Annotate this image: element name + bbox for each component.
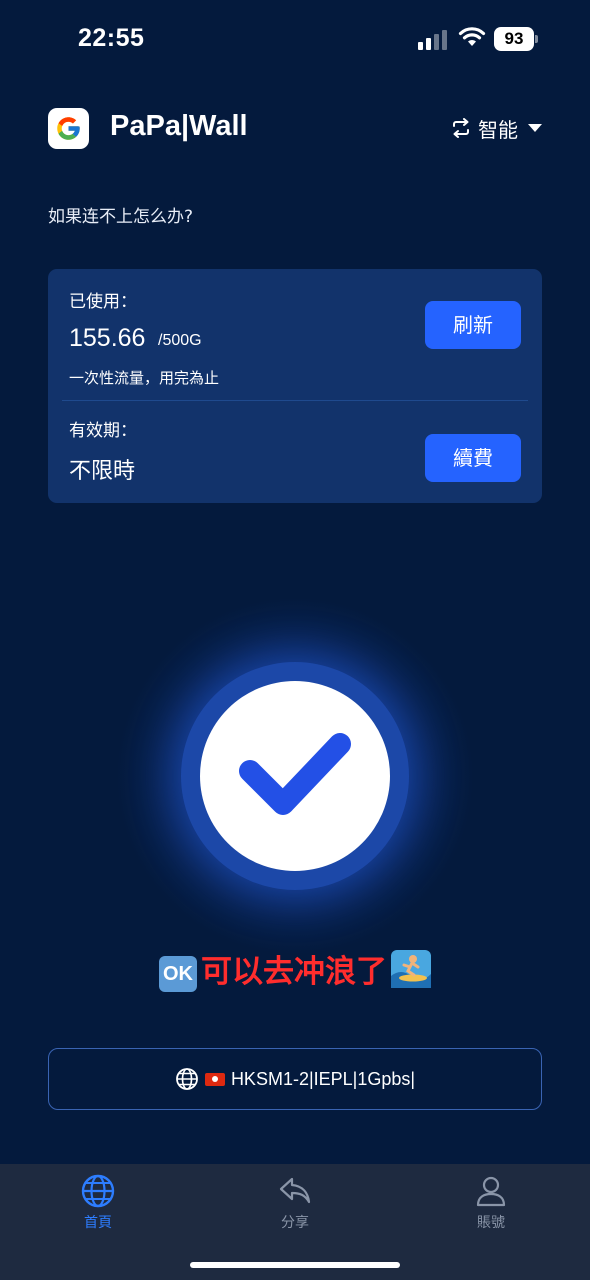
renew-button[interactable]: 續費 [425,434,521,482]
wifi-icon [458,27,486,46]
used-total: /500G [158,332,202,349]
server-name: HKSM1-2|IEPL|1Gpbs| [230,1068,416,1089]
status-time: 22:55 [78,24,145,52]
card-divider [62,400,528,401]
connect-toggle-button[interactable] [200,681,390,871]
usage-card: 已使用： 155.66 /500G 一次性流量，用完為止 刷新 有效期： 不限時… [48,269,542,503]
tab-account-label: 賬號 [477,1215,505,1231]
validity-label: 有效期： [69,421,137,441]
routing-mode-label: 智能 [478,117,518,142]
app-screen: 22:55 93 PaPa|Wall 智能 如果连不上怎么办? 已使用： 155… [0,0,590,1280]
server-selector[interactable]: HKSM1-2|IEPL|1Gpbs| [48,1048,542,1110]
connection-status-message: OK 可以去冲浪了 [0,946,590,992]
checkmark-icon [239,733,351,815]
validity-value: 不限時 [69,459,136,484]
surfer-icon [391,950,431,988]
user-icon [476,1176,506,1207]
used-note: 一次性流量，用完為止 [69,369,220,387]
hong-kong-flag-icon [204,1072,225,1086]
ok-badge-icon: OK [159,956,197,992]
globe-icon [176,1068,198,1090]
battery-tip [535,35,538,43]
app-title: PaPa|Wall [110,110,248,142]
tab-home-label: 首頁 [84,1215,112,1231]
cellular-signal-icon [418,30,447,50]
home-indicator[interactable] [190,1262,400,1268]
help-link[interactable]: 如果连不上怎么办? [48,202,193,227]
tab-account[interactable]: 賬號 [441,1174,541,1232]
routing-mode-selector[interactable]: 智能 [450,114,542,142]
app-header: PaPa|Wall 智能 [48,106,542,150]
app-logo [48,108,89,149]
refresh-button[interactable]: 刷新 [425,301,521,349]
tab-home[interactable]: 首頁 [48,1174,148,1232]
tab-share-label: 分享 [281,1215,309,1231]
chevron-down-icon [528,124,542,132]
used-label: 已使用： [69,292,137,312]
switch-mode-icon [453,118,469,138]
status-bar: 22:55 93 [0,0,590,80]
used-value: 155.66 [69,324,146,352]
battery-level: 93 [494,27,534,51]
share-icon [279,1177,311,1204]
battery-indicator: 93 [494,27,538,51]
tab-share[interactable]: 分享 [245,1174,345,1232]
globe-icon [81,1174,115,1208]
status-message-text: 可以去冲浪了 [201,954,387,990]
google-logo-icon [57,117,80,140]
